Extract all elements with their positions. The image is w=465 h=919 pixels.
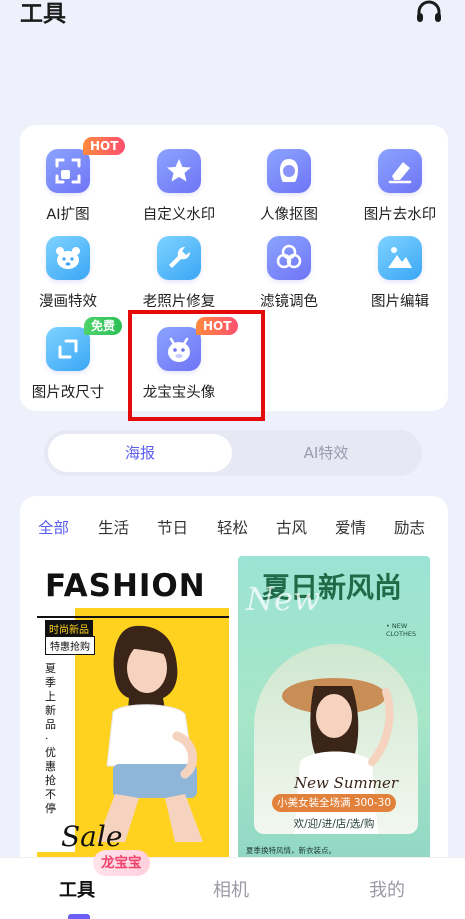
tab-mine[interactable]: 我的 [369,876,405,902]
poster-slogan: 欢/迎/进/店/选/购 [293,818,375,830]
poster-script: Sale [61,820,123,853]
tool-label: 人像抠图 [260,207,318,223]
hot-badge: HOT [83,137,126,155]
fashion-model-illustration [97,625,203,842]
customer-service-icon[interactable] [414,0,444,28]
active-tab-indicator [68,914,90,919]
tool-image-edit[interactable]: 图片编辑 [350,236,450,320]
category-life[interactable]: 生活 [98,516,129,538]
poster-summer[interactable]: 夏日新风尚 New • NEW CLOTHES New Summer 小美女装全… [238,556,430,876]
poster-corner-text: • NEW CLOTHES [386,622,417,638]
poster-footer: 夏季换特风情，新衣装点。 [246,846,336,855]
expand-icon [46,149,90,193]
poster-headline: FASHION [45,568,206,604]
poster-banner: 小美女装全场满 300-30 [272,794,396,812]
category-love[interactable]: 爱情 [335,516,366,538]
header: 工具 [0,0,465,40]
star-icon [157,149,201,193]
category-ancient[interactable]: 古风 [276,516,307,538]
tool-label: 自定义水印 [142,207,216,223]
eraser-icon [378,149,422,193]
tool-comic-effect[interactable]: 漫画特效 [18,236,118,320]
tab-camera[interactable]: 相机 [213,876,249,902]
tab-ai-effects[interactable]: AI特效 [234,434,418,472]
tool-old-photo-restore[interactable]: 老照片修复 [129,236,229,320]
tool-label: 图片编辑 [371,294,429,310]
tab-tools[interactable]: 工具 [59,876,95,902]
tool-label: 老照片修复 [142,294,216,310]
poster-vertical-text: 夏季上新品·优惠抢不停 [45,662,56,815]
tool-resize[interactable]: 图片改尺寸 [18,327,118,411]
category-inspire[interactable]: 励志 [394,516,425,538]
category-all[interactable]: 全部 [38,516,69,538]
segmented-control: 海报 AI特效 [44,430,422,476]
bottom-tab-bar: 工具 龙宝宝 相机 我的 [0,850,465,919]
poster-script: New Summer [294,774,399,792]
tool-custom-watermark[interactable]: 自定义水印 [129,149,229,233]
bear-icon [46,236,90,280]
highlight-box [128,310,265,421]
tool-filter-color[interactable]: 滤镜调色 [239,236,339,320]
category-relaxed[interactable]: 轻松 [217,516,248,538]
color-filter-icon [267,236,311,280]
free-badge: 免费 [84,317,123,335]
page-title: 工具 [20,1,66,27]
tool-label: AI扩图 [46,207,90,223]
tool-label: 漫画特效 [39,294,97,310]
tool-label: 滤镜调色 [260,294,318,310]
tool-label: 图片改尺寸 [31,385,105,401]
portrait-icon [267,149,311,193]
template-panel: 全部 生活 节日 轻松 古风 爱情 励志 FASHION 时尚新品 特惠抢购 夏… [20,496,448,919]
tool-portrait-cutout[interactable]: 人像抠图 [239,149,339,233]
wrench-icon [157,236,201,280]
poster-fashion[interactable]: FASHION 时尚新品 特惠抢购 夏季上新品·优惠抢不停 Sale [37,556,229,876]
tool-label: 图片去水印 [363,207,437,223]
tool-remove-watermark[interactable]: 图片去水印 [350,149,450,233]
image-edit-icon [378,236,422,280]
poster-script: New [246,580,321,618]
category-festival[interactable]: 节日 [157,516,188,538]
dragon-baby-bubble[interactable]: 龙宝宝 [93,850,150,876]
tool-ai-expand[interactable]: AI扩图 [18,149,118,233]
tab-poster[interactable]: 海报 [48,434,232,472]
